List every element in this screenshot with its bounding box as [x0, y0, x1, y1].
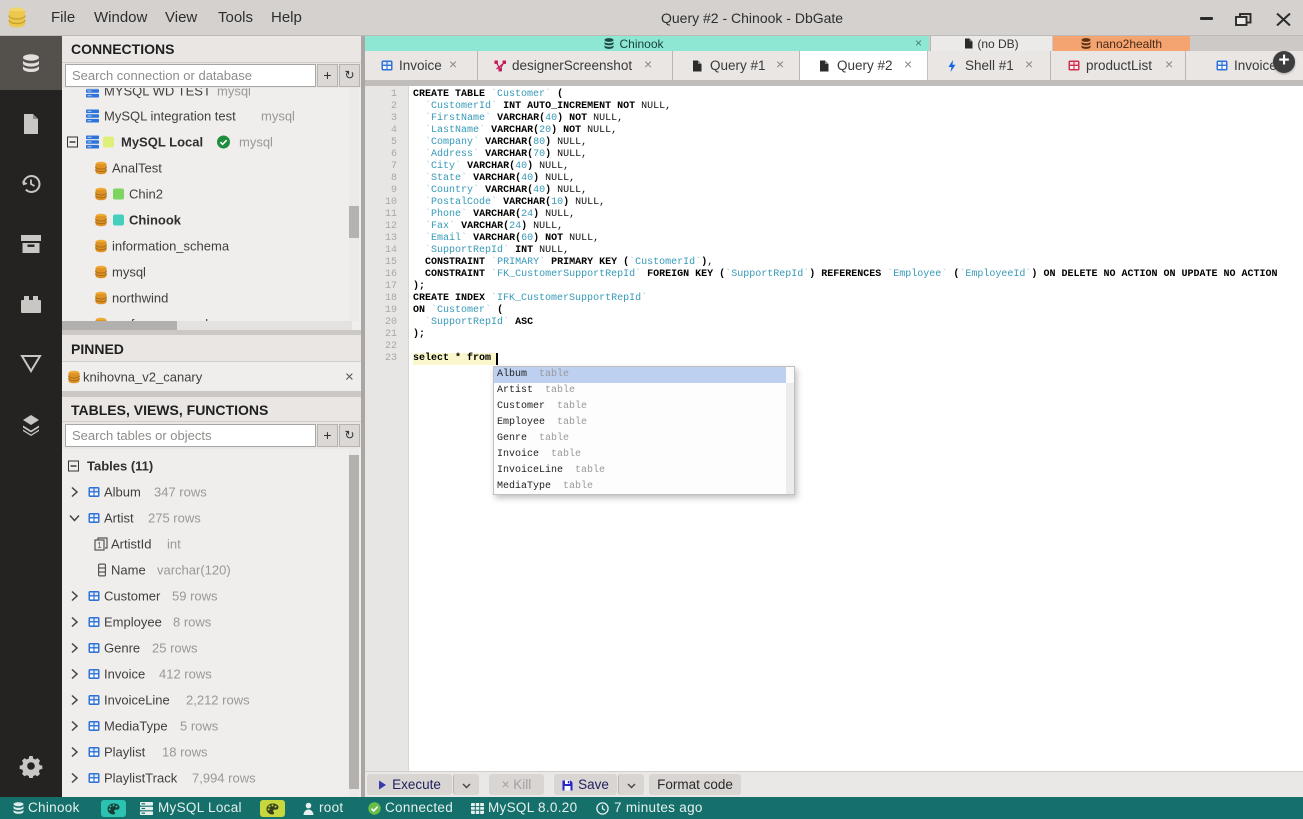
svg-text:1: 1	[97, 541, 102, 550]
